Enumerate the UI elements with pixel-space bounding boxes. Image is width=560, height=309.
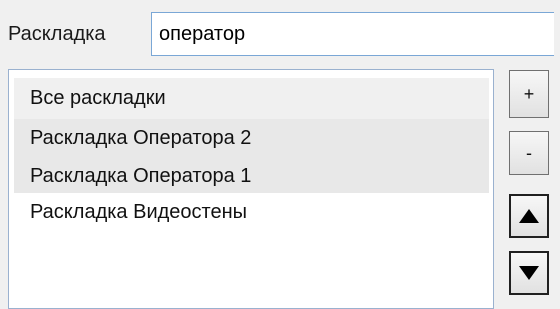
layout-search-label: Раскладка <box>8 23 106 45</box>
list-item[interactable]: Раскладка Видеостены <box>14 193 489 231</box>
layout-search-input[interactable] <box>151 12 554 56</box>
arrow-up-icon <box>519 209 539 223</box>
layout-list[interactable]: Все раскладки Раскладка Оператора 2 Раск… <box>8 69 494 309</box>
arrow-down-icon <box>519 266 539 280</box>
move-up-button[interactable] <box>509 194 549 238</box>
remove-layout-button[interactable]: - <box>509 131 549 175</box>
remove-button-label: - <box>526 143 532 163</box>
list-item[interactable]: Раскладка Оператора 2 <box>14 119 489 157</box>
move-down-button[interactable] <box>509 251 549 295</box>
list-item-all-layouts[interactable]: Все раскладки <box>14 78 489 119</box>
list-item[interactable]: Раскладка Оператора 1 <box>14 157 489 195</box>
add-layout-button[interactable]: + <box>509 70 549 118</box>
add-button-label: + <box>523 84 535 104</box>
